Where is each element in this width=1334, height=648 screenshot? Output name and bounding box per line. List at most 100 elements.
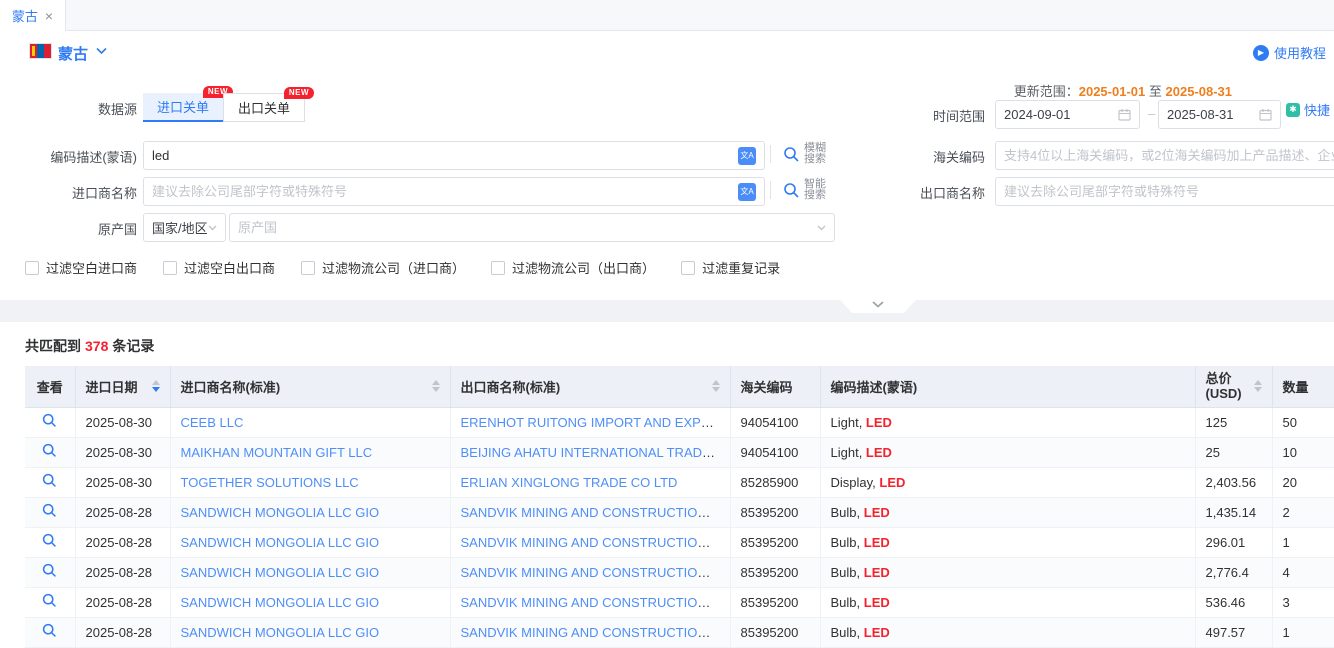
checkbox-filter-logistics-importer[interactable]: 过滤物流公司（进口商） [301,258,465,277]
smart-search-button[interactable]: 智能 搜索 [770,179,826,201]
importer-link[interactable]: SANDWICH MONGOLIA LLC GIO [181,565,380,580]
tab-export-declarations[interactable]: 出口关单 NEW [223,93,305,122]
translate-icon[interactable]: 文A [738,147,756,165]
importer-link[interactable]: CEEB LLC [181,415,244,430]
import-date-cell: 2025-08-28 [75,557,170,587]
table-row: 2025-08-30 TOGETHER SOLUTIONS LLC ERLIAN… [25,467,1334,497]
magnifier-icon [42,413,57,428]
date-range-dash: – [1148,106,1155,121]
price-cell: 296.01 [1195,527,1272,557]
checkbox-icon[interactable] [163,261,177,275]
chevron-down-icon[interactable] [96,47,107,55]
checkbox-filter-duplicates[interactable]: 过滤重复记录 [681,258,780,277]
view-cell [25,407,75,437]
checkbox-filter-blank-importer[interactable]: 过滤空白进口商 [25,258,137,277]
exporter-input[interactable] [1004,184,1334,199]
view-detail-button[interactable] [42,413,57,428]
checkbox-icon[interactable] [491,261,505,275]
exporter-cell: SANDVIK MINING AND CONSTRUCTION L... [450,587,730,617]
importer-link[interactable]: TOGETHER SOLUTIONS LLC [181,475,359,490]
collapse-filter-handle[interactable] [840,300,916,313]
hs-code-cell: 85395200 [730,527,820,557]
checkbox-icon[interactable] [301,261,315,275]
filter-checkboxes: 过滤空白进口商 过滤空白出口商 过滤物流公司（进口商） 过滤物流公司（出口商） … [25,258,780,277]
table-header-row: 查看 进口日期 进口商名称(标准) 出口商名称(标准) 海关编码 [25,366,1334,407]
tab-mongolia[interactable]: 蒙古 × [0,0,66,31]
qty-cell: 3 [1272,587,1334,617]
hs-code-input[interactable] [1004,148,1334,163]
import-date-cell: 2025-08-30 [75,407,170,437]
exporter-link[interactable]: ERENHOT RUITONG IMPORT AND EXPORT ... [461,415,731,430]
sort-icon[interactable] [1254,380,1262,392]
date-from-input[interactable]: 2024-09-01 [995,100,1140,129]
desc-cell: Bulb, LED [820,497,1195,527]
exporter-label: 出口商名称 [865,183,985,202]
keyword-highlight: LED [864,505,890,520]
country-selector-label[interactable]: 蒙古 [58,43,88,64]
divider [770,181,771,199]
results-panel: 共匹配到378条记录 查看 进口日期 进口商名称(标准) [0,322,1334,648]
sort-icon[interactable] [712,380,720,392]
qty-cell: 4 [1272,557,1334,587]
view-detail-button[interactable] [42,443,57,458]
hs-code-field [995,141,1334,170]
col-exporter[interactable]: 出口商名称(标准) [450,366,730,407]
import-date-cell: 2025-08-28 [75,497,170,527]
code-desc-input[interactable] [152,148,738,163]
keyword-highlight: LED [864,625,890,640]
col-price[interactable]: 总价(USD) [1195,366,1272,407]
fuzzy-search-button[interactable]: 模糊 搜索 [770,143,826,165]
exporter-link[interactable]: SANDVIK MINING AND CONSTRUCTION L... [461,625,729,640]
exporter-link[interactable]: SANDVIK MINING AND CONSTRUCTION L... [461,565,729,580]
view-detail-button[interactable] [42,533,57,548]
view-detail-button[interactable] [42,503,57,518]
price-cell: 25 [1195,437,1272,467]
origin-input[interactable] [238,220,817,235]
importer-link[interactable]: SANDWICH MONGOLIA LLC GIO [181,595,380,610]
checkbox-filter-logistics-exporter[interactable]: 过滤物流公司（出口商） [491,258,655,277]
import-date-cell: 2025-08-28 [75,527,170,557]
tab-import-label: 进口关单 [157,97,209,116]
date-to-input[interactable]: 2025-08-31 [1158,100,1281,129]
exporter-link[interactable]: SANDVIK MINING AND CONSTRUCTION L... [461,595,729,610]
view-detail-button[interactable] [42,623,57,638]
importer-input[interactable] [152,184,738,199]
checkbox-icon[interactable] [681,261,695,275]
col-import-date[interactable]: 进口日期 [75,366,170,407]
tab-import-declarations[interactable]: 进口关单 NEW [143,93,223,122]
hs-code-label: 海关编码 [865,147,985,166]
view-detail-button[interactable] [42,473,57,488]
importer-link[interactable]: SANDWICH MONGOLIA LLC GIO [181,535,380,550]
close-icon[interactable]: × [45,9,53,23]
exporter-link[interactable]: SANDVIK MINING AND CONSTRUCTION L... [461,505,729,520]
importer-link[interactable]: SANDWICH MONGOLIA LLC GIO [181,625,380,640]
origin-type-select[interactable]: 国家/地区 [143,213,226,242]
panel-separator [0,300,1334,322]
col-importer[interactable]: 进口商名称(标准) [170,366,450,407]
sort-icon[interactable] [152,380,160,392]
quick-select-button[interactable]: ✱ 快捷 [1286,100,1330,119]
sort-icon[interactable] [432,380,440,392]
translate-icon[interactable]: 文A [738,183,756,201]
importer-link[interactable]: SANDWICH MONGOLIA LLC GIO [181,505,380,520]
keyword-highlight: LED [879,475,905,490]
exporter-link[interactable]: BEIJING AHATU INTERNATIONAL TRADE C... [461,445,731,460]
view-cell [25,617,75,647]
importer-link[interactable]: MAIKHAN MOUNTAIN GIFT LLC [181,445,373,460]
magnifier-icon [42,593,57,608]
magnifier-icon [42,533,57,548]
exporter-link[interactable]: SANDVIK MINING AND CONSTRUCTION L... [461,535,729,550]
import-date-cell: 2025-08-30 [75,437,170,467]
view-detail-button[interactable] [42,563,57,578]
code-desc-field: 文A [143,141,765,170]
price-cell: 125 [1195,407,1272,437]
exporter-cell: SANDVIK MINING AND CONSTRUCTION L... [450,557,730,587]
checkbox-filter-blank-exporter[interactable]: 过滤空白出口商 [163,258,275,277]
importer-label: 进口商名称 [17,183,137,202]
tutorial-link[interactable]: ▶ 使用教程 [1253,43,1326,62]
view-detail-button[interactable] [42,593,57,608]
hs-code-cell: 85285900 [730,467,820,497]
checkbox-icon[interactable] [25,261,39,275]
keyword-highlight: LED [864,565,890,580]
exporter-link[interactable]: ERLIAN XINGLONG TRADE CO LTD [461,475,678,490]
